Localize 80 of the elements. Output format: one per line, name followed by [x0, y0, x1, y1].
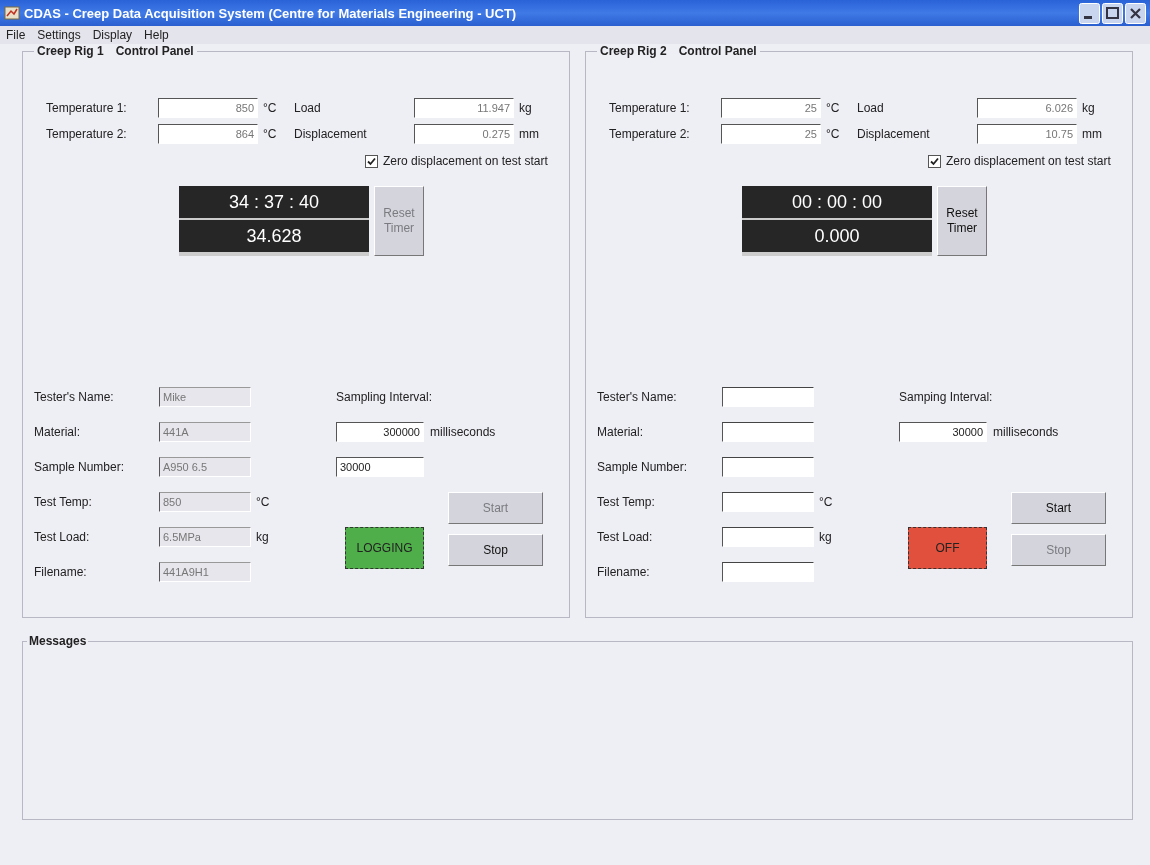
unit-label: milliseconds — [429, 424, 497, 441]
app-icon — [4, 5, 20, 21]
field-label: Test Load: — [34, 529, 91, 546]
unit-label: °C — [255, 494, 271, 511]
panel-title: Control Panel — [678, 44, 757, 58]
input-field[interactable] — [722, 422, 814, 442]
reading-field: 25 — [721, 124, 821, 144]
field-label: Test Temp: — [34, 494, 93, 511]
field-label: Material: — [34, 424, 81, 441]
input-field[interactable] — [722, 527, 814, 547]
field-label: Temperature 2: — [609, 127, 691, 141]
reading-field: 6.026 — [977, 98, 1077, 118]
unit-label: kg — [255, 529, 270, 546]
reading-field: 0.275 — [414, 124, 514, 144]
field-label: Filename: — [34, 564, 88, 581]
unit-label: °C — [262, 101, 278, 115]
field-label: Temperature 2: — [46, 127, 128, 141]
status-indicator: LOGGING — [345, 527, 424, 569]
input-field[interactable] — [722, 492, 814, 512]
field-label: Filename: — [597, 564, 651, 581]
field-label: Sample Number: — [597, 459, 689, 476]
menu-item[interactable]: File — [6, 28, 26, 42]
field-label: Load — [857, 101, 885, 115]
elapsed-clock: 00 : 00 : 00 — [742, 186, 932, 218]
field-label: Load — [294, 101, 322, 115]
unit-label: kg — [518, 101, 533, 115]
action-button[interactable]: Stop — [448, 534, 543, 566]
menu-item[interactable]: Settings — [37, 28, 81, 42]
field-label: Tester's Name: — [597, 389, 678, 406]
reading-field: 11.947 — [414, 98, 514, 118]
field-label: Test Temp: — [597, 494, 656, 511]
field-label: Temperature 1: — [609, 101, 691, 115]
unit-label: °C — [825, 101, 841, 115]
field-label: Temperature 1: — [46, 101, 128, 115]
action-button[interactable]: Start — [1011, 492, 1106, 524]
unit-label: kg — [818, 529, 833, 546]
field-label: Tester's Name: — [34, 389, 115, 406]
unit-label: mm — [1081, 127, 1103, 141]
close-icon[interactable] — [1125, 2, 1146, 24]
maximize-icon[interactable] — [1102, 2, 1123, 24]
panel-title: Creep Rig 1 — [37, 44, 104, 58]
minimize-icon[interactable] — [1079, 2, 1100, 24]
unit-label: milliseconds — [992, 424, 1060, 441]
checkbox[interactable] — [928, 154, 941, 168]
menu-item[interactable]: Display — [92, 28, 133, 42]
checkbox-label: Zero displacement on test start — [383, 154, 548, 168]
unit-label: °C — [262, 127, 278, 141]
checkbox[interactable] — [365, 154, 378, 168]
menu-item[interactable]: Help — [144, 28, 169, 42]
field-label: Displacement — [294, 127, 368, 141]
status-indicator: OFF — [908, 527, 987, 569]
elapsed-hours: 34.628 — [179, 220, 369, 252]
reading-field: 864 — [158, 124, 258, 144]
panel-title: Control Panel — [115, 44, 194, 58]
elapsed-clock: 34 : 37 : 40 — [179, 186, 369, 218]
reading-field: 25 — [721, 98, 821, 118]
input-field[interactable]: 30000 — [336, 457, 424, 477]
input-field[interactable] — [722, 457, 814, 477]
field-label: Test Load: — [597, 529, 654, 546]
elapsed-hours: 0.000 — [742, 220, 932, 252]
field-label: Sampling Interval: — [336, 389, 434, 406]
input-field[interactable]: 30000 — [899, 422, 987, 442]
window-title: CDAS - Creep Data Acquisition System (Centre for Materials Engineering - UCT) — [24, 5, 518, 21]
unit-label: °C — [825, 127, 841, 141]
panel-title: Messages — [29, 634, 87, 648]
input-field[interactable] — [722, 562, 814, 582]
field-label: Material: — [597, 424, 644, 441]
reading-field: 10.75 — [977, 124, 1077, 144]
unit-label: °C — [818, 494, 834, 511]
panel-title: Creep Rig 2 — [600, 44, 667, 58]
input-field[interactable] — [722, 387, 814, 407]
field-label: Displacement — [857, 127, 931, 141]
reading-field: 850 — [158, 98, 258, 118]
reset-timer-button[interactable]: Reset Timer — [937, 186, 987, 256]
unit-label: mm — [518, 127, 540, 141]
checkbox-label: Zero displacement on test start — [946, 154, 1111, 168]
field-label: Samping Interval: — [899, 389, 994, 406]
field-label: Sample Number: — [34, 459, 126, 476]
input-field[interactable]: 300000 — [336, 422, 424, 442]
unit-label: kg — [1081, 101, 1096, 115]
